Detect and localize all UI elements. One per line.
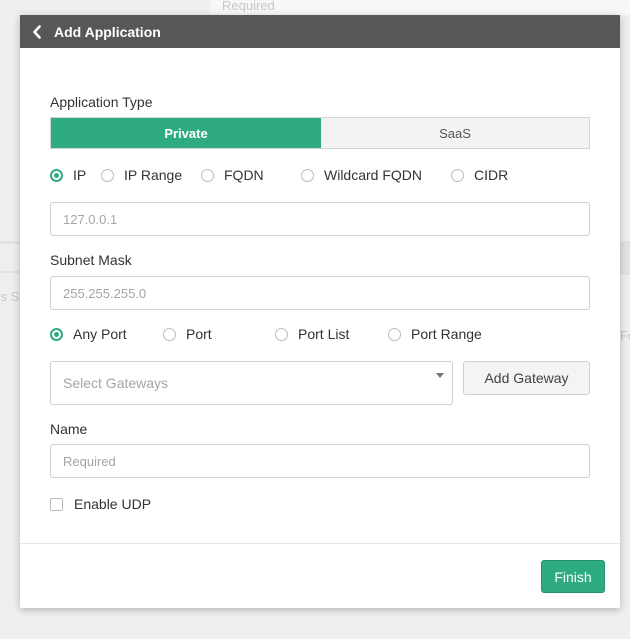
checkbox-icon[interactable]	[50, 497, 63, 511]
radio-checked-icon	[50, 168, 63, 182]
radio-label: Any Port	[73, 326, 127, 342]
select-gateways-placeholder: Select Gateways	[63, 375, 169, 391]
address-type-radios: IP IP Range FQDN Wildcard FQDN CIDR	[50, 167, 590, 187]
chevron-left-icon[interactable]	[32, 24, 46, 39]
radio-wildcard-fqdn[interactable]: Wildcard FQDN	[301, 167, 422, 183]
radio-label: Port Range	[411, 326, 482, 342]
application-type-toggle: Private SaaS	[50, 117, 590, 149]
add-application-modal: Add Application Application Type Private…	[20, 15, 620, 608]
radio-unchecked-icon	[101, 168, 114, 182]
background-divider	[0, 241, 20, 244]
radio-label: Port	[186, 326, 212, 342]
background-divider	[0, 271, 20, 273]
finish-button[interactable]: Finish	[541, 560, 605, 593]
footer-divider	[20, 543, 620, 544]
caret-down-icon	[436, 373, 444, 378]
radio-ip[interactable]: IP	[50, 167, 86, 183]
type-option-private[interactable]: Private	[51, 118, 321, 148]
subnet-mask-label: Subnet Mask	[50, 252, 132, 268]
modal-title: Add Application	[54, 23, 161, 40]
radio-checked-icon	[50, 327, 63, 341]
type-option-saas[interactable]: SaaS	[321, 118, 589, 148]
subnet-mask-input[interactable]	[50, 276, 590, 310]
radio-unchecked-icon	[275, 327, 288, 341]
radio-unchecked-icon	[301, 168, 314, 182]
background-fragment-left: ss S	[0, 289, 20, 304]
radio-label: CIDR	[474, 167, 509, 183]
enable-udp-label: Enable UDP	[74, 496, 152, 512]
enable-udp-option[interactable]: Enable UDP	[50, 496, 151, 512]
radio-unchecked-icon	[201, 168, 214, 182]
radio-label: IP Range	[124, 167, 183, 183]
radio-label: IP	[73, 167, 87, 183]
radio-label: Wildcard FQDN	[324, 167, 423, 183]
radio-port[interactable]: Port	[163, 326, 212, 342]
radio-unchecked-icon	[163, 327, 176, 341]
address-input[interactable]	[50, 202, 590, 236]
radio-label: Port List	[298, 326, 350, 342]
name-input[interactable]	[50, 444, 590, 478]
radio-port-range[interactable]: Port Range	[388, 326, 482, 342]
name-label: Name	[50, 421, 88, 437]
background-fragment-right: Fo	[620, 328, 630, 343]
port-type-radios: Any Port Port Port List Port Range	[50, 326, 590, 346]
radio-cidr[interactable]: CIDR	[451, 167, 508, 183]
radio-ip-range[interactable]: IP Range	[101, 167, 182, 183]
radio-unchecked-icon	[388, 327, 401, 341]
background-divider	[620, 241, 630, 275]
modal-header: Add Application	[20, 15, 620, 48]
radio-unchecked-icon	[451, 168, 464, 182]
background-field-placeholder: Required	[222, 0, 275, 13]
application-type-label: Application Type	[50, 94, 153, 110]
radio-port-list[interactable]: Port List	[275, 326, 349, 342]
radio-any-port[interactable]: Any Port	[50, 326, 127, 342]
radio-fqdn[interactable]: FQDN	[201, 167, 264, 183]
radio-label: FQDN	[224, 167, 264, 183]
select-gateways-dropdown[interactable]: Select Gateways	[50, 361, 453, 405]
add-gateway-button[interactable]: Add Gateway	[463, 361, 590, 395]
